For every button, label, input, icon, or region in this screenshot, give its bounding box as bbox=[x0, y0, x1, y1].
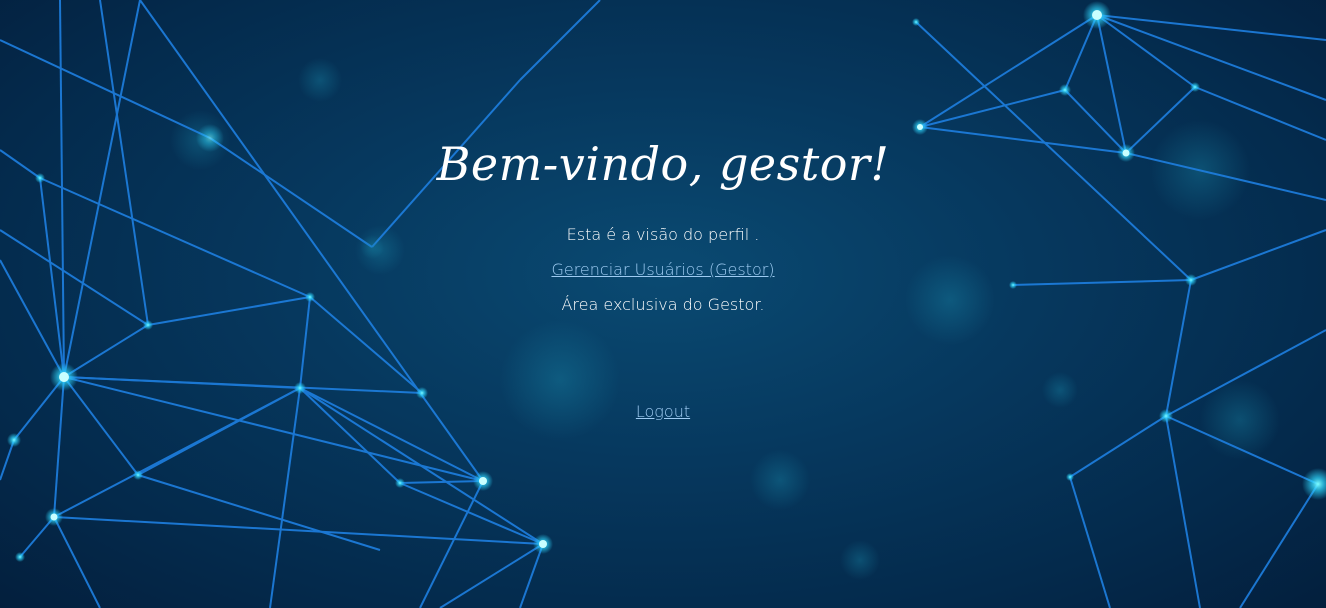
exclusive-area-text: Área exclusiva do Gestor. bbox=[561, 295, 765, 314]
page-title: Bem-vindo, gestor! bbox=[436, 137, 890, 191]
profile-text: Esta é a visão do perfil . bbox=[566, 225, 760, 244]
manage-users-link[interactable]: Gerenciar Usuários (Gestor) bbox=[551, 260, 774, 279]
main-content: Bem-vindo, gestor! Esta é a visão do per… bbox=[0, 0, 1326, 608]
logout-link[interactable]: Logout bbox=[636, 402, 690, 421]
logout-row: Logout bbox=[0, 402, 1326, 422]
manage-users-row: Gerenciar Usuários (Gestor) bbox=[0, 260, 1326, 280]
